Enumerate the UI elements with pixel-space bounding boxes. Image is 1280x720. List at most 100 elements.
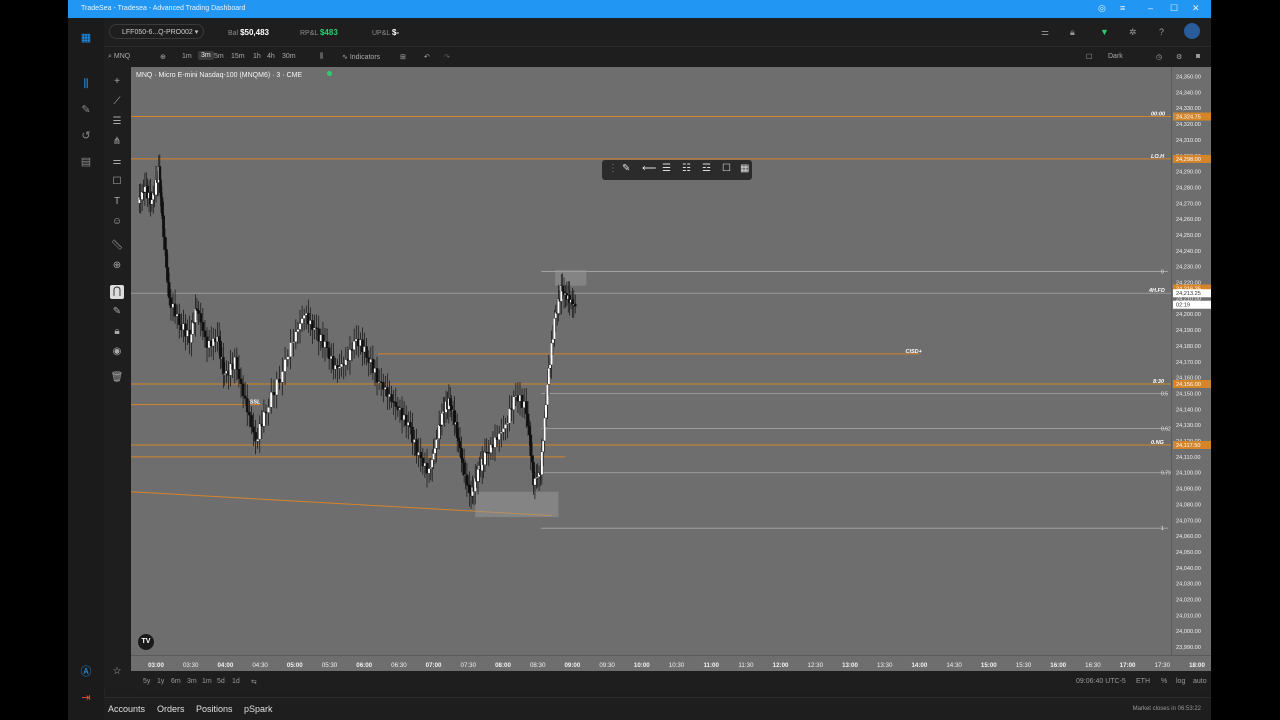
time-tick: 03:00 <box>148 662 164 669</box>
candle-body <box>394 401 398 407</box>
help-icon[interactable]: ? <box>1159 27 1164 37</box>
maximize-icon[interactable]: ☐ <box>1170 3 1178 14</box>
range-5y[interactable]: 5y <box>143 678 150 685</box>
price-tick: 24,340.00 <box>1176 90 1201 96</box>
tf-30m[interactable]: 30m <box>282 53 296 60</box>
logout-icon[interactable]: ⇥ <box>78 690 94 706</box>
profile-icon[interactable]: Ⓐ <box>78 664 94 680</box>
auto-toggle[interactable]: auto <box>1193 678 1207 685</box>
tf-5m[interactable]: 5m <box>214 53 224 60</box>
ruler-icon[interactable]: 📏︎ <box>110 239 124 253</box>
align-icon[interactable]: ☲ <box>702 163 711 174</box>
pen-icon[interactable]: ✎ <box>78 102 94 118</box>
add-symbol-icon[interactable]: ⊕ <box>160 53 166 61</box>
camera-icon[interactable]: ◙ <box>1196 53 1200 60</box>
candle-body <box>504 424 507 429</box>
zoom-icon[interactable]: ⊕ <box>110 259 124 273</box>
title-bar: TradeSea - Tradesea - Advanced Trading D… <box>68 0 1211 18</box>
emoji-icon[interactable]: ☺ <box>110 215 124 229</box>
time-tick: 08:00 <box>495 662 511 669</box>
layout-icon[interactable]: ☐ <box>1086 53 1092 61</box>
fib-levels-icon[interactable]: ☷ <box>682 163 691 174</box>
pitchfork-icon[interactable]: ⋔ <box>110 135 124 149</box>
range-5d[interactable]: 5d <box>217 678 225 685</box>
chart-type-icon[interactable]: ⫼ <box>320 53 323 61</box>
wifi-icon[interactable]: ▼ <box>1100 27 1109 37</box>
chart-icon[interactable]: ⫼ <box>78 76 94 92</box>
candle-body <box>548 364 552 369</box>
time-tick: 15:30 <box>1016 662 1032 669</box>
chart-svg[interactable]: 0 0.5 0.62 0.79 1 SSL CISD+ 00:00 LO.H 4H.FD 8:30 0… <box>130 67 1171 655</box>
hline-icon[interactable]: ☰ <box>110 115 124 129</box>
time-tick: 06:00 <box>356 662 372 669</box>
trash-icon[interactable]: 🗑︎ <box>110 371 124 385</box>
range-6m[interactable]: 6m <box>171 678 181 685</box>
rectangle-icon[interactable]: ☐ <box>110 175 124 189</box>
redo-icon[interactable]: ↷ <box>444 53 450 61</box>
draw-mode-icon[interactable]: ✎ <box>110 305 124 319</box>
settings-sliders-icon[interactable]: ⚌ <box>1041 27 1049 38</box>
tf-15m[interactable]: 15m <box>231 53 245 60</box>
tf-3m[interactable]: 3m <box>198 51 214 60</box>
crosshair-icon[interactable]: + <box>110 75 124 89</box>
time-tick: 10:00 <box>634 662 650 669</box>
minimize-icon[interactable]: – <box>1148 3 1153 13</box>
symbol-search[interactable]: ⌕ MNQ <box>108 53 130 61</box>
clock-readout[interactable]: 09:06:40 UTC-5 <box>1076 678 1126 685</box>
text-icon[interactable]: T <box>110 195 124 209</box>
dashboard-icon[interactable]: ▦ <box>78 30 94 46</box>
undo-icon[interactable]: ↶ <box>424 53 430 61</box>
time-axis[interactable]: 03:00 03:30 04:00 04:30 05:00 05:30 06:00 06:30… <box>131 655 1211 672</box>
time-tick: 18:00 <box>1189 662 1205 669</box>
range-1y[interactable]: 1y <box>157 678 164 685</box>
discord-icon[interactable]: ◎ <box>1098 3 1106 14</box>
session-toggle[interactable]: ETH <box>1136 678 1150 685</box>
settings-icon[interactable]: ⚙ <box>1176 53 1182 61</box>
price-axis[interactable]: 24,350.00 24,340.00 24,330.00 24,320.00 24,3… <box>1171 67 1211 655</box>
percent-toggle[interactable]: % <box>1161 678 1167 685</box>
frame-icon[interactable]: ☐ <box>722 163 731 174</box>
range-1m[interactable]: 1m <box>202 678 212 685</box>
candle-body <box>199 313 203 323</box>
range-3m[interactable]: 3m <box>187 678 197 685</box>
tab-orders[interactable]: Orders <box>157 704 185 714</box>
candle-body <box>143 186 147 193</box>
avatar[interactable] <box>1184 23 1200 39</box>
close-icon[interactable]: ✕ <box>1192 3 1200 14</box>
candle-body <box>551 339 555 344</box>
candle-body <box>219 341 222 359</box>
gear-icon[interactable]: ✲ <box>1129 27 1137 38</box>
chart-area[interactable]: 0 0.5 0.62 0.79 1 SSL CISD+ 00:00 LO.H 4H.FD 8:30 0… <box>130 67 1171 655</box>
document-icon[interactable]: ▤ <box>78 154 94 170</box>
tab-accounts[interactable]: Accounts <box>108 704 145 714</box>
log-toggle[interactable]: log <box>1176 678 1185 685</box>
theme-select[interactable]: Dark <box>1108 53 1123 60</box>
visibility-icon[interactable]: ◉ <box>110 345 124 359</box>
lock-drawings-icon[interactable]: 🔒︎ <box>110 325 124 339</box>
time-tick: 09:00 <box>564 662 580 669</box>
range-1d[interactable]: 1d <box>232 678 240 685</box>
pencil-tool-icon[interactable]: ✎ <box>622 163 630 174</box>
indicators-button[interactable]: ∿ Indicators <box>342 53 380 61</box>
tab-positions[interactable]: Positions <box>196 704 233 714</box>
menu-icon[interactable]: ≡ <box>1120 3 1125 13</box>
goto-date-icon[interactable]: ⇆ <box>251 678 257 686</box>
price-tick: 24,030.00 <box>1176 582 1201 588</box>
style-icon[interactable]: ☰ <box>662 163 671 174</box>
templates-icon[interactable]: ⊞ <box>400 53 406 61</box>
magnet-icon[interactable]: ⋂ <box>110 285 124 299</box>
line-tool-icon[interactable]: ⟵ <box>642 163 656 174</box>
account-selector[interactable]: LFF050-6...Q-PRO002 ▾ <box>109 24 204 39</box>
tab-pspark[interactable]: pSpark <box>244 704 273 714</box>
grid-icon[interactable]: ▦ <box>740 163 749 174</box>
alert-icon[interactable]: ◷ <box>1156 53 1162 61</box>
trendline-icon[interactable]: ⟋ <box>110 95 124 109</box>
lock-icon[interactable]: 🔒︎ <box>1070 27 1075 38</box>
fib-icon[interactable]: ⚌ <box>110 155 124 169</box>
drag-handle-icon[interactable]: ⋮ <box>608 163 618 174</box>
favorite-icon[interactable]: ☆ <box>110 665 124 679</box>
tf-4h[interactable]: 4h <box>267 53 275 60</box>
tf-1h[interactable]: 1h <box>253 53 261 60</box>
history-icon[interactable]: ↺ <box>78 128 94 144</box>
tf-1m[interactable]: 1m <box>182 53 192 60</box>
